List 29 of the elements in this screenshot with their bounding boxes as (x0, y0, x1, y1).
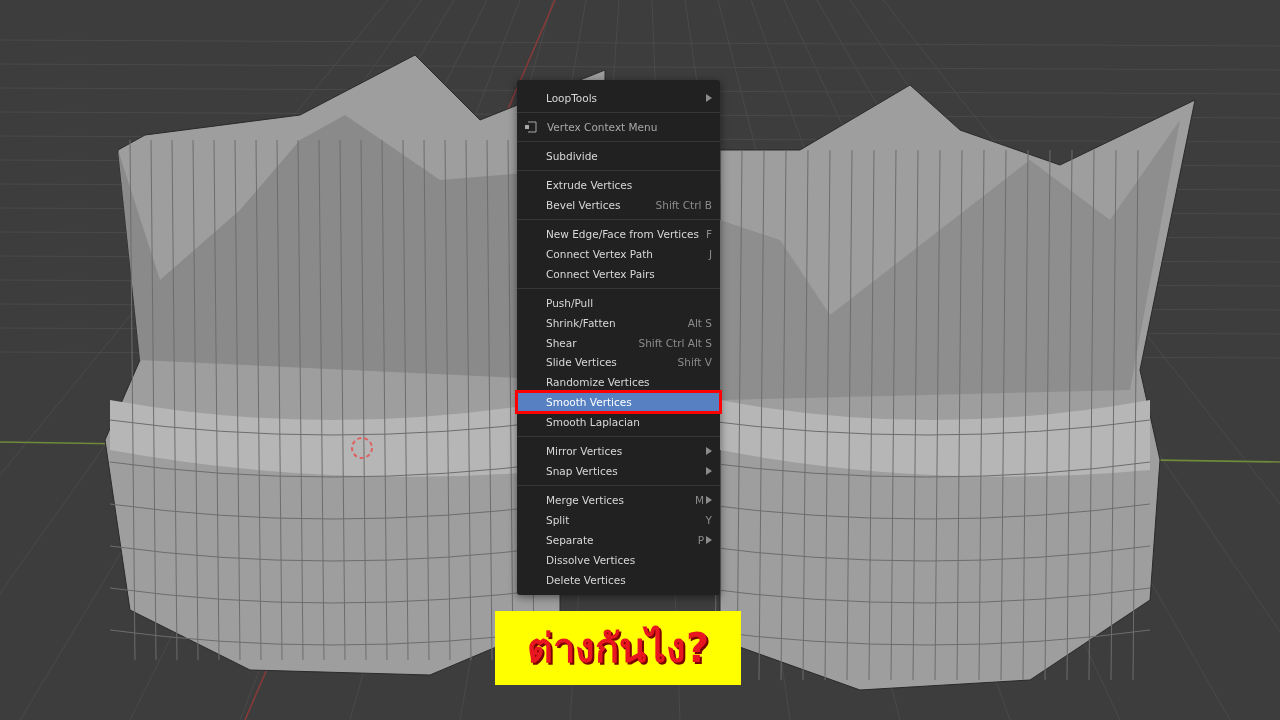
menu-item[interactable]: Shrink/Fatten Alt S (517, 312, 720, 333)
submenu-arrow-icon (706, 447, 712, 456)
menu-item[interactable]: New Edge/Face from Vertices F (517, 223, 720, 244)
menu-item[interactable]: LoopTools (517, 88, 720, 108)
menu-item[interactable]: Slide Vertices Shift V (517, 352, 720, 373)
menu-title: Vertex Context Menu (547, 120, 658, 133)
submenu-arrow-icon (706, 467, 712, 476)
menu-item[interactable]: Mirror Vertices (517, 441, 720, 462)
menu-item[interactable]: Merge Vertices M (517, 490, 720, 511)
menu-item[interactable]: Separate P (517, 530, 720, 551)
vertex-menu-icon (523, 119, 539, 134)
menu-item[interactable]: Smooth Laplacian (517, 412, 720, 433)
menu-item[interactable]: Smooth Vertices (517, 392, 720, 413)
menu-item[interactable]: Extrude Vertices (517, 174, 720, 195)
caption-banner: ต่างกันไง? (495, 611, 741, 685)
menu-item[interactable]: Push/Pull (517, 292, 720, 313)
submenu-arrow-icon (706, 536, 712, 545)
menu-item[interactable]: Subdivide (517, 145, 720, 166)
menu-item[interactable]: Connect Vertex Path J (517, 243, 720, 264)
menu-item[interactable]: Dissolve Vertices (517, 550, 720, 570)
menu-item[interactable]: Split Y (517, 510, 720, 531)
submenu-arrow-icon (706, 496, 712, 505)
menu-item[interactable]: Connect Vertex Pairs (517, 263, 720, 284)
menu-item[interactable]: Randomize Vertices (517, 372, 720, 393)
menu-item[interactable]: Shear Shift Ctrl Alt S (517, 332, 720, 353)
menu-item[interactable]: Snap Vertices (517, 461, 720, 482)
submenu-arrow-icon (706, 93, 712, 102)
menu-item[interactable]: Delete Vertices (517, 570, 720, 590)
menu-item[interactable]: Bevel Vertices Shift Ctrl B (517, 194, 720, 215)
